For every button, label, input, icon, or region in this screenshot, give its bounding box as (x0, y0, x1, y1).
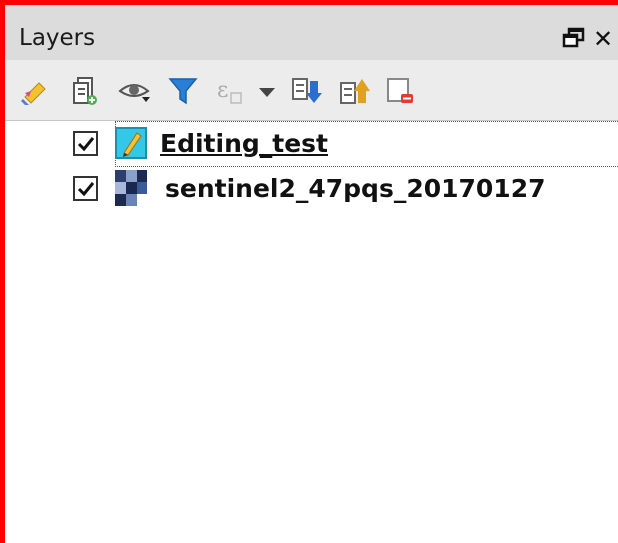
remove-layer-icon[interactable] (384, 75, 416, 107)
layer-checkbox[interactable] (73, 176, 98, 201)
svg-text:ε: ε (217, 78, 228, 103)
vector-edit-icon (115, 127, 147, 159)
layers-toolbar: ε (5, 60, 618, 121)
add-group-icon[interactable] (69, 75, 101, 107)
layers-panel: Layers ✕ ε Editing_test sentinel2_47pqs_… (0, 0, 618, 543)
layer-name[interactable]: sentinel2_47pqs_20170127 (165, 174, 546, 203)
filter-expression-icon[interactable]: ε (215, 75, 247, 107)
dropdown-arrow-icon[interactable] (255, 75, 287, 107)
float-window-icon[interactable] (562, 27, 586, 49)
layer-name[interactable]: Editing_test (160, 129, 328, 158)
layer-checkbox[interactable] (73, 131, 98, 156)
style-panel-icon[interactable] (19, 75, 51, 107)
collapse-all-icon[interactable] (338, 75, 370, 107)
close-icon[interactable]: ✕ (593, 26, 618, 52)
expand-all-icon[interactable] (290, 75, 322, 107)
filter-legend-icon[interactable] (167, 75, 199, 107)
visibility-eye-icon[interactable] (118, 75, 150, 107)
raster-layer-icon (115, 170, 147, 206)
layer-tree: Editing_test sentinel2_47pqs_20170127 (5, 121, 618, 543)
panel-title: Layers (19, 25, 96, 51)
panel-titlebar: Layers ✕ (5, 5, 618, 60)
